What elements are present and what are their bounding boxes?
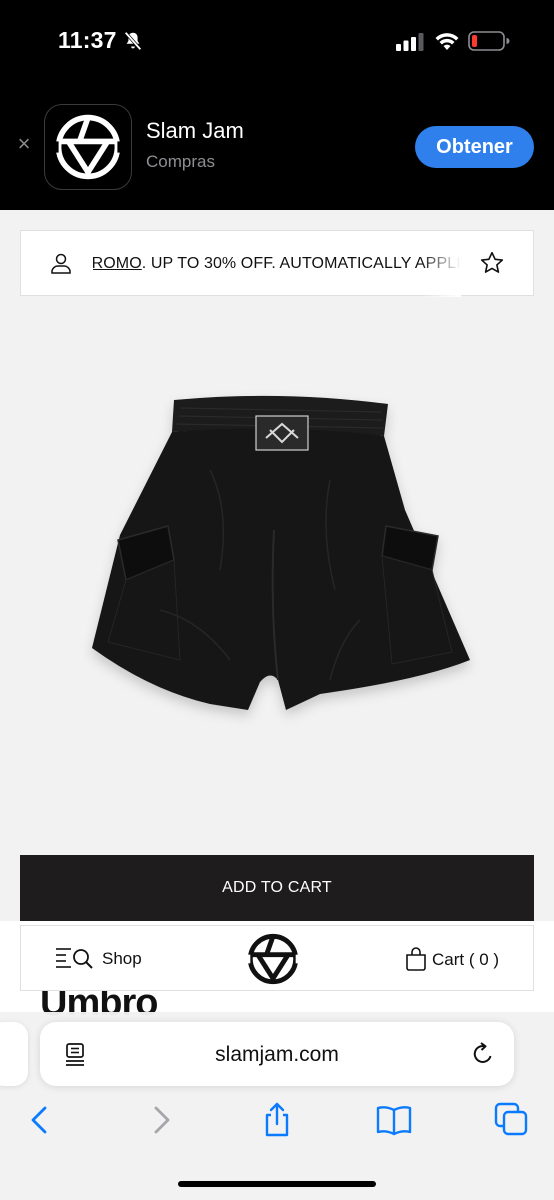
promo-bar: SEASON PROMO. UP TO 30% OFF. AUTOMATICAL…	[20, 230, 534, 297]
url-text[interactable]: slamjam.com	[40, 1043, 514, 1067]
slam-jam-logo-icon[interactable]	[246, 932, 300, 986]
promo-link[interactable]: SEASON PROMO	[93, 255, 142, 272]
share-icon[interactable]	[259, 1102, 295, 1138]
cart-link[interactable]: Cart ( 0 )	[432, 950, 499, 970]
wifi-icon	[435, 33, 459, 50]
search-menu-icon[interactable]	[55, 946, 95, 970]
address-bar[interactable]: slamjam.com	[40, 1022, 514, 1086]
bell-slash-icon	[124, 31, 142, 51]
promo-text: . UP TO 30% OFF. AUTOMATICALLY APPLIED A…	[141, 255, 461, 272]
product-image[interactable]	[60, 360, 500, 740]
get-app-button[interactable]: Obtener	[415, 126, 534, 168]
signal-icon	[396, 33, 424, 51]
bag-icon[interactable]	[405, 946, 427, 972]
app-icon[interactable]	[44, 104, 132, 190]
back-icon[interactable]	[23, 1102, 59, 1138]
star-icon[interactable]	[479, 250, 505, 276]
home-indicator	[178, 1181, 376, 1187]
app-subtitle: Compras	[146, 152, 215, 171]
shop-link[interactable]: Shop	[102, 949, 142, 969]
promo-marquee[interactable]: SEASON PROMO. UP TO 30% OFF. AUTOMATICAL…	[93, 231, 461, 297]
app-title: Slam Jam	[146, 118, 244, 143]
bottom-nav: Shop Cart ( 0 )	[20, 925, 534, 991]
battery-icon	[468, 31, 510, 51]
bookmarks-icon[interactable]	[376, 1102, 412, 1138]
user-icon[interactable]	[49, 251, 73, 275]
slam-jam-logo-icon	[53, 114, 123, 180]
reload-icon[interactable]	[470, 1041, 496, 1067]
previous-tab[interactable]	[0, 1022, 28, 1086]
add-to-cart-button[interactable]: ADD TO CART	[20, 855, 534, 921]
close-icon[interactable]: ×	[14, 133, 34, 155]
status-time: 11:37	[58, 27, 117, 53]
tabs-icon[interactable]	[494, 1102, 530, 1138]
forward-icon[interactable]	[142, 1102, 178, 1138]
top-region: 11:37 × Slam Jam Compras Obtener	[0, 0, 554, 210]
